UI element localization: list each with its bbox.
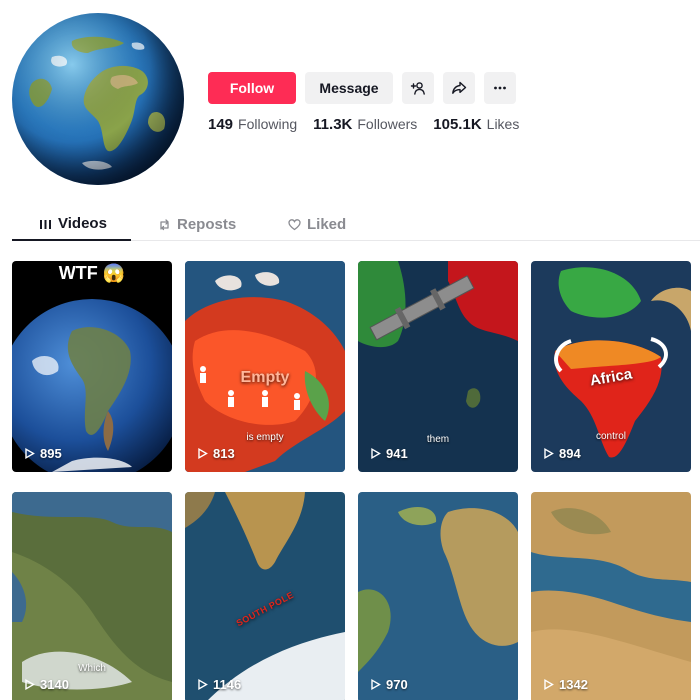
play-icon [371, 679, 381, 690]
view-count: 895 [24, 446, 62, 461]
following-stat[interactable]: 149 Following [208, 116, 297, 133]
video-tile[interactable]: WTF 😱 895 [12, 261, 172, 472]
view-count: 813 [197, 446, 235, 461]
play-icon [198, 448, 208, 459]
view-count-value: 3140 [40, 677, 69, 692]
play-icon [544, 448, 554, 459]
video-thumbnail [358, 492, 518, 700]
profile-actions: Follow Message [208, 72, 516, 104]
followers-label: Followers [357, 116, 418, 132]
videos-grid-icon [40, 220, 51, 229]
view-count: 3140 [24, 677, 69, 692]
play-icon [25, 679, 35, 690]
video-caption: them [426, 434, 450, 445]
tab-liked[interactable]: Liked [288, 208, 346, 240]
view-count-value: 894 [559, 446, 581, 461]
add-friend-icon [410, 82, 425, 95]
video-caption: is empty [246, 432, 284, 443]
video-thumbnail [12, 261, 172, 472]
view-count-value: 941 [386, 446, 408, 461]
play-icon [198, 679, 208, 690]
followers-count: 11.3K [313, 116, 353, 133]
video-tile[interactable]: Africa control 894 [531, 261, 691, 472]
video-tile[interactable]: 970 [358, 492, 518, 700]
likes-count: 105.1K [433, 116, 482, 133]
liked-heart-icon [288, 218, 301, 230]
video-tile[interactable]: Empty is empty 813 [185, 261, 345, 472]
video-tile[interactable]: SOUTH POLE 1146 [185, 492, 345, 700]
profile-tabs: Videos Reposts Liked [12, 208, 700, 241]
video-caption: control [595, 431, 626, 442]
video-overlay-text: Empty [240, 369, 290, 386]
followers-stat[interactable]: 11.3K Followers [313, 116, 417, 133]
view-count: 941 [370, 446, 408, 461]
play-icon [544, 679, 554, 690]
likes-stat: 105.1K Likes [433, 116, 519, 133]
view-count-value: 813 [213, 446, 235, 461]
repost-icon [160, 218, 169, 230]
tab-liked-label: Liked [307, 215, 347, 233]
tab-reposts[interactable]: Reposts [158, 208, 268, 240]
video-thumbnail [185, 492, 345, 700]
profile-avatar[interactable] [12, 13, 184, 185]
video-thumbnail [531, 492, 691, 700]
view-count-value: 1342 [559, 677, 588, 692]
tab-videos[interactable]: Videos [12, 208, 131, 241]
share-icon [452, 81, 467, 94]
view-count: 894 [543, 446, 581, 461]
earth-globe-avatar [12, 13, 184, 185]
following-count: 149 [208, 116, 234, 133]
view-count-value: 895 [40, 446, 62, 461]
video-overlay-text: WTF 😱 [58, 263, 126, 283]
following-label: Following [238, 116, 298, 132]
view-count: 970 [370, 677, 408, 692]
view-count: 1342 [543, 677, 588, 692]
add-friend-button[interactable] [402, 72, 434, 104]
video-tile[interactable]: them 941 [358, 261, 518, 472]
view-count-value: 1146 [213, 677, 242, 692]
more-button[interactable] [484, 72, 516, 104]
video-tile[interactable]: 1342 [531, 492, 691, 700]
tab-reposts-label: Reposts [177, 215, 237, 233]
likes-label: Likes [486, 116, 520, 132]
share-button[interactable] [443, 72, 475, 104]
follow-button[interactable]: Follow [208, 72, 296, 104]
view-count: 1146 [197, 677, 241, 692]
view-count-value: 970 [386, 677, 408, 692]
play-icon [371, 448, 381, 459]
tab-videos-label: Videos [58, 215, 107, 232]
profile-stats: 149 Following 11.3K Followers 105.1K Lik… [208, 116, 519, 133]
play-icon [25, 448, 35, 459]
message-button[interactable]: Message [305, 72, 393, 104]
video-caption: Which [78, 663, 106, 674]
more-icon [494, 86, 506, 90]
video-tile[interactable]: Which 3140 [12, 492, 172, 700]
